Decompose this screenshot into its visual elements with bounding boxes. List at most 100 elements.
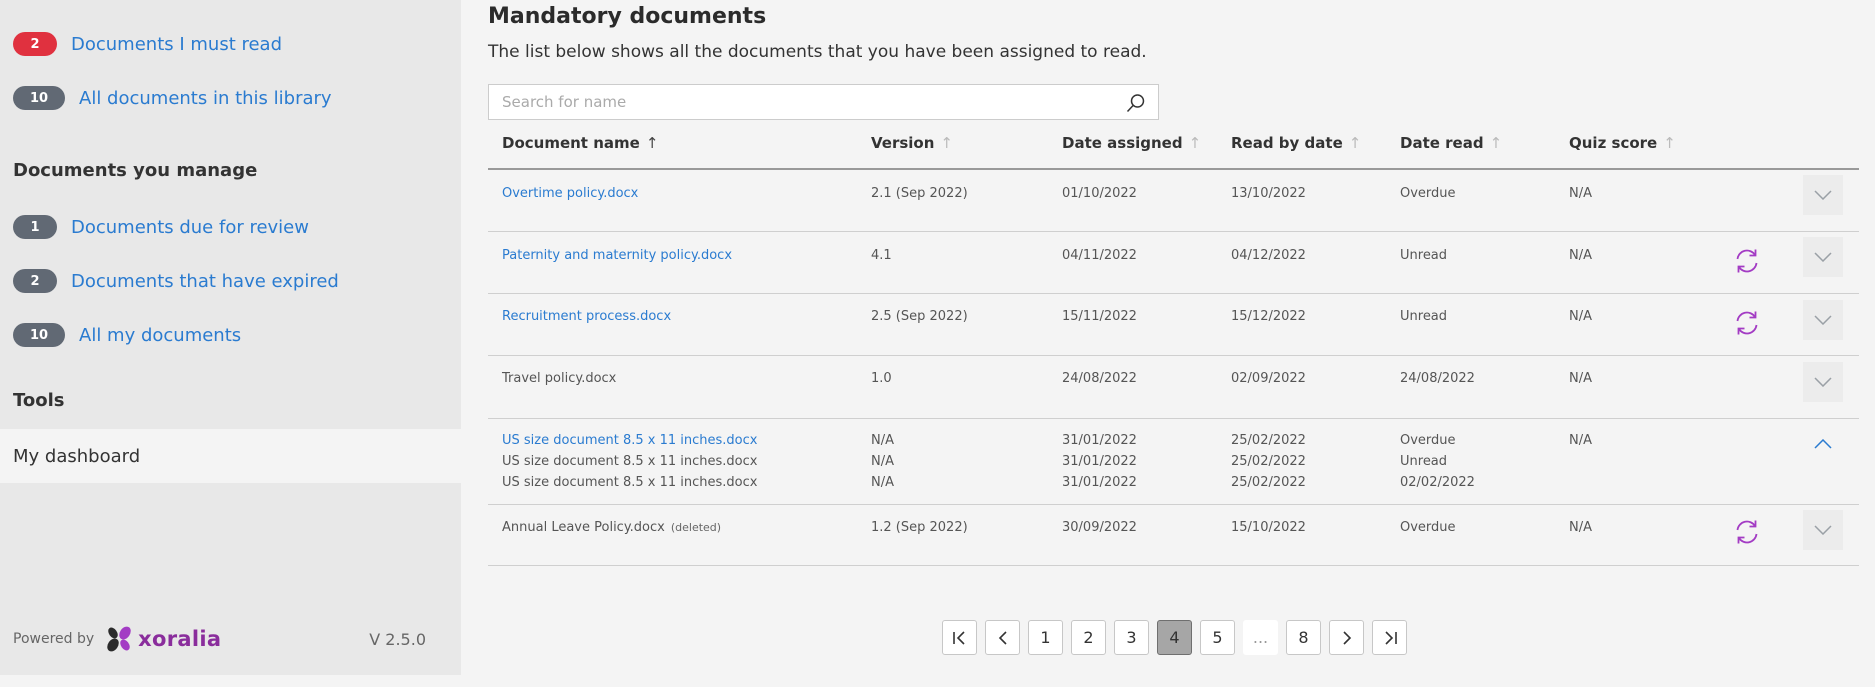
last-page-icon: [1384, 630, 1397, 645]
sort-icon: ↑: [1663, 134, 1676, 152]
date-read-status: Overdue: [1400, 186, 1456, 201]
date-read-status: 24/08/2022: [1400, 371, 1475, 386]
must-read-count-badge: 2: [13, 32, 57, 56]
refresh-icon[interactable]: [1733, 518, 1761, 546]
read-by-date: 04/12/2022: [1231, 248, 1306, 263]
search-input[interactable]: [489, 85, 1158, 119]
section-title-manage: Documents you manage: [13, 160, 258, 181]
chevron-down-icon: [1814, 190, 1832, 200]
refresh-icon[interactable]: [1733, 309, 1761, 337]
page-button-8[interactable]: 8: [1286, 620, 1321, 655]
xoralia-logo-icon: [107, 626, 131, 652]
table-header-divider: [488, 168, 1859, 170]
refresh-icon[interactable]: [1733, 247, 1761, 275]
sort-icon: ↑: [1188, 134, 1202, 152]
previous-page-button[interactable]: [985, 620, 1020, 655]
sub-date-read-status: Unread: [1400, 454, 1448, 469]
read-by-date: 13/10/2022: [1231, 186, 1306, 201]
sub-document-name: US size document 8.5 x 11 inches.docx: [502, 454, 758, 469]
column-label-date-read: Date read: [1400, 134, 1484, 152]
expand-row-button[interactable]: [1803, 237, 1843, 277]
nav-my-dashboard[interactable]: My dashboard: [0, 429, 461, 483]
page-button-3[interactable]: 3: [1114, 620, 1149, 655]
row-divider: [488, 565, 1859, 566]
document-version: 1.0: [871, 371, 892, 386]
page-button-2[interactable]: 2: [1071, 620, 1106, 655]
nav-all-my-documents[interactable]: 10 All my documents: [13, 323, 241, 347]
sort-icon: ↑: [1348, 134, 1362, 152]
last-page-button[interactable]: [1372, 620, 1407, 655]
nav-label-expired: Documents that have expired: [71, 270, 339, 292]
document-name-link[interactable]: US size document 8.5 x 11 inches.docx: [502, 433, 757, 448]
column-header-date-read[interactable]: Date read ↑: [1400, 134, 1502, 152]
document-version: 2.1 (Sep 2022): [871, 186, 968, 201]
read-by-date: 25/02/2022: [1231, 433, 1306, 448]
document-name-link[interactable]: Paternity and maternity policy.docx: [502, 248, 732, 263]
deleted-tag: (deleted): [670, 521, 722, 534]
search-box: [488, 84, 1159, 120]
sub-document-name: US size document 8.5 x 11 inches.docx: [502, 475, 758, 490]
date-read-status: Unread: [1400, 248, 1448, 263]
column-header-quiz[interactable]: Quiz score ↑: [1569, 134, 1676, 152]
search-icon[interactable]: [1126, 93, 1146, 113]
chevron-right-icon: [1342, 630, 1351, 645]
quiz-score: N/A: [1569, 371, 1592, 386]
sort-ascending-icon: ↑: [645, 134, 659, 152]
expand-row-button[interactable]: [1803, 175, 1843, 215]
document-name-link[interactable]: Recruitment process.docx: [502, 309, 671, 324]
read-by-date: 15/12/2022: [1231, 309, 1306, 324]
column-label-read-by: Read by date: [1231, 134, 1343, 152]
document-name: Travel policy.docx: [502, 371, 617, 386]
page-button-4-current[interactable]: 4: [1157, 620, 1192, 655]
nav-documents-expired[interactable]: 2 Documents that have expired: [13, 269, 339, 293]
page-button-1[interactable]: 1: [1028, 620, 1063, 655]
nav-label-must-read: Documents I must read: [71, 33, 283, 55]
first-page-button[interactable]: [942, 620, 977, 655]
date-assigned: 04/11/2022: [1062, 248, 1137, 263]
page-description: The list below shows all the documents t…: [488, 42, 1147, 62]
page-button-5[interactable]: 5: [1200, 620, 1235, 655]
document-version: N/A: [871, 433, 894, 448]
document-name: Annual Leave Policy.docx (deleted): [502, 520, 721, 535]
next-page-button[interactable]: [1329, 620, 1364, 655]
document-name-link[interactable]: Overtime policy.docx: [502, 186, 638, 201]
xoralia-logo: xoralia: [104, 624, 221, 654]
row-divider: [488, 355, 1859, 356]
all-mine-count-badge: 10: [13, 323, 65, 347]
column-header-read-by[interactable]: Read by date ↑: [1231, 134, 1361, 152]
expired-count-badge: 2: [13, 269, 57, 293]
chevron-down-icon: [1814, 377, 1832, 387]
date-assigned: 31/01/2022: [1062, 433, 1137, 448]
column-header-date-assigned[interactable]: Date assigned ↑: [1062, 134, 1201, 152]
date-read-status: Unread: [1400, 309, 1448, 324]
quiz-score: N/A: [1569, 186, 1592, 201]
sort-icon: ↑: [1489, 134, 1503, 152]
nav-label-due-review: Documents due for review: [71, 216, 309, 238]
nav-documents-due-review[interactable]: 1 Documents due for review: [13, 215, 309, 239]
date-assigned: 24/08/2022: [1062, 371, 1137, 386]
row-divider: [488, 231, 1859, 232]
quiz-score: N/A: [1569, 520, 1592, 535]
column-header-version[interactable]: Version ↑: [871, 134, 953, 152]
read-by-date: 02/09/2022: [1231, 371, 1306, 386]
section-title-tools: Tools: [13, 390, 65, 411]
date-assigned: 30/09/2022: [1062, 520, 1137, 535]
nav-documents-must-read[interactable]: 2 Documents I must read: [13, 32, 282, 56]
expand-row-button[interactable]: [1803, 362, 1843, 402]
sub-document-version: N/A: [871, 454, 894, 469]
expand-row-button[interactable]: [1803, 510, 1843, 550]
column-label-quiz: Quiz score: [1569, 134, 1658, 152]
row-divider: [488, 418, 1859, 419]
quiz-score: N/A: [1569, 433, 1592, 448]
column-label-date-assigned: Date assigned: [1062, 134, 1183, 152]
page-ellipsis: ...: [1243, 620, 1278, 655]
chevron-down-icon: [1814, 252, 1832, 262]
column-header-name[interactable]: Document name ↑: [502, 134, 658, 152]
chevron-left-icon: [998, 630, 1007, 645]
all-library-count-badge: 10: [13, 86, 65, 110]
nav-all-documents-library[interactable]: 10 All documents in this library: [13, 86, 332, 110]
expand-row-button[interactable]: [1803, 300, 1843, 340]
chevron-down-icon: [1814, 315, 1832, 325]
collapse-row-button[interactable]: [1803, 424, 1843, 464]
sub-read-by-date: 25/02/2022: [1231, 475, 1306, 490]
